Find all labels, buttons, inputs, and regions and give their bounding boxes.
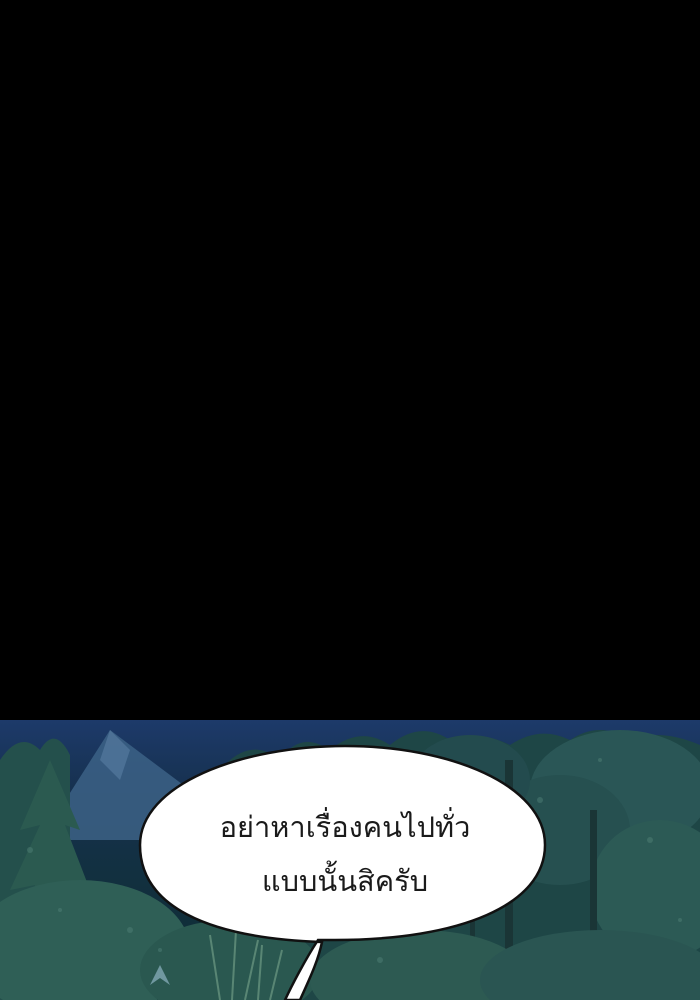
black-panel <box>0 0 700 720</box>
speech-line-2: แบบนั้นสิครับ <box>261 864 429 898</box>
speech-line-1: อย่าหาเรื่องคนไปทั่ว <box>219 810 471 844</box>
speech-bubble-text: อย่าหาเรื่องคนไปทั่ว แบบนั้นสิครับ <box>150 800 540 908</box>
